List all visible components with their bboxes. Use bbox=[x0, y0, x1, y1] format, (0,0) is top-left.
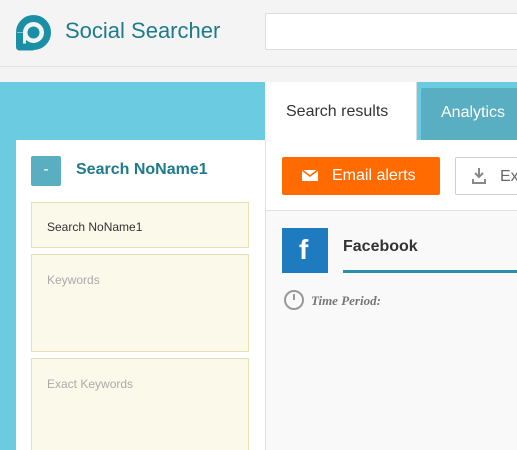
tab-analytics-label: Analytics bbox=[441, 104, 506, 121]
download-icon bbox=[472, 168, 486, 184]
email-alerts-label: Email alerts bbox=[332, 167, 416, 184]
envelope-icon bbox=[302, 170, 318, 181]
collapse-button[interactable]: - bbox=[31, 156, 61, 186]
search-name-value: Search NoName1 bbox=[47, 220, 143, 234]
search-settings-panel: - Search NoName1 Search NoName1 Keywords… bbox=[16, 140, 265, 450]
tab-search-results-label: Search results bbox=[286, 103, 389, 120]
keywords-textarea[interactable]: Keywords bbox=[31, 254, 249, 352]
keywords-placeholder: Keywords bbox=[47, 273, 100, 287]
email-alerts-button[interactable]: Email alerts bbox=[282, 157, 440, 195]
search-name-title: Search NoName1 bbox=[76, 161, 208, 178]
time-period-label: Time Period: bbox=[311, 293, 381, 308]
exact-keywords-placeholder: Exact Keywords bbox=[47, 377, 134, 391]
facebook-divider bbox=[343, 270, 517, 273]
tab-analytics[interactable]: Analytics bbox=[421, 88, 517, 140]
export-label: Ex bbox=[500, 168, 517, 185]
facebook-section-title: Facebook bbox=[343, 238, 418, 255]
results-panel: Email alerts Ex f Facebook Time Period: bbox=[265, 140, 517, 450]
brand-title[interactable]: Social Searcher bbox=[65, 18, 220, 44]
header-bar: Social Searcher bbox=[0, 0, 517, 67]
results-toolbar: Email alerts Ex bbox=[266, 140, 517, 211]
facebook-icon[interactable]: f bbox=[282, 228, 328, 273]
header-spacer bbox=[0, 68, 517, 82]
search-name-input[interactable]: Search NoName1 bbox=[31, 202, 249, 248]
clock-icon bbox=[284, 290, 304, 310]
search-input[interactable] bbox=[265, 13, 517, 50]
export-button[interactable]: Ex bbox=[455, 157, 517, 195]
exact-keywords-textarea[interactable]: Exact Keywords bbox=[31, 358, 249, 450]
ring-logo-icon[interactable] bbox=[15, 14, 52, 51]
tab-search-results[interactable]: Search results bbox=[265, 82, 417, 140]
